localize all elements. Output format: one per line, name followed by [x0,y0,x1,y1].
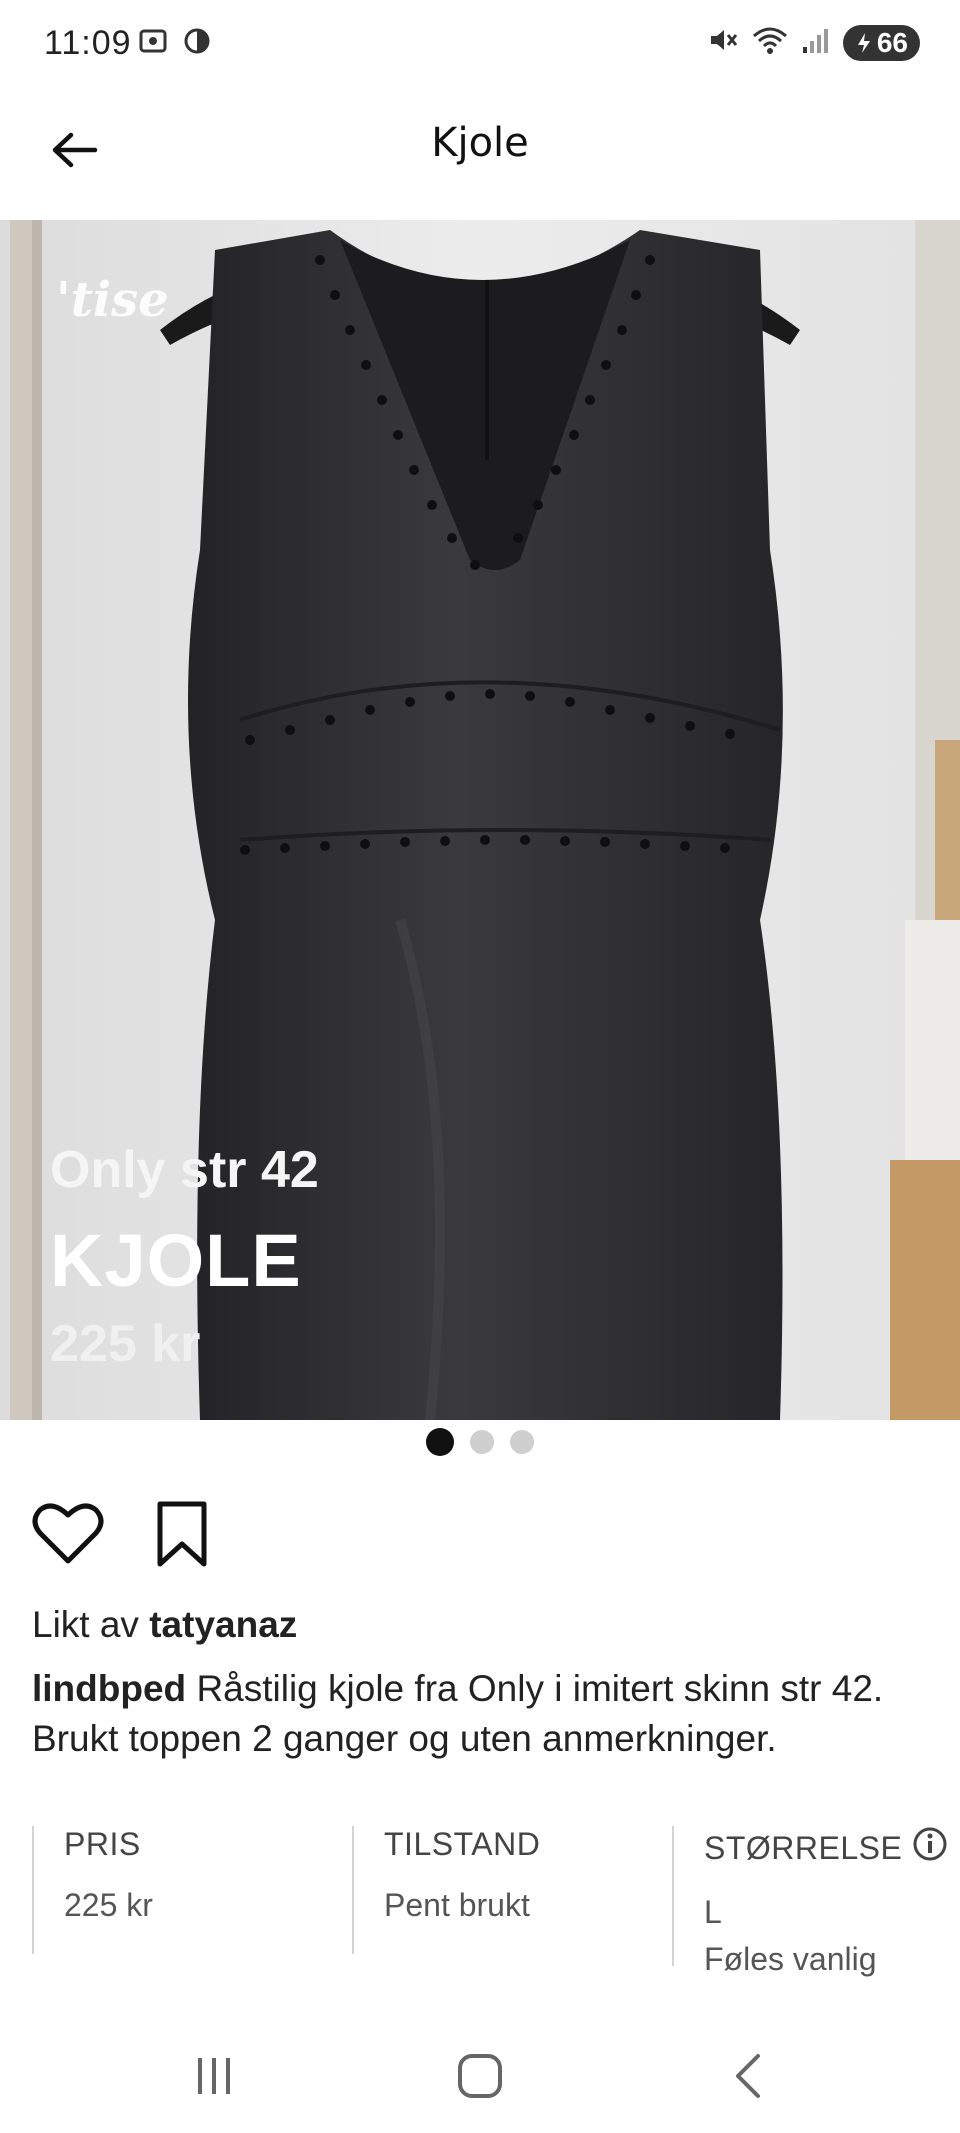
size-label-row: STØRRELSE [704,1826,947,1870]
size-label: STØRRELSE [704,1829,903,1866]
size-fit: Føles vanlig [704,1941,877,1977]
carousel-dot[interactable] [470,1430,494,1454]
product-photo[interactable]: 'tise Only str 42 KJOLE 225 kr [0,220,960,1420]
likes-text: Likt av tatyanaz [32,1604,297,1646]
size-value: L [704,1894,722,1930]
carousel-dot[interactable] [510,1430,534,1454]
system-nav-bar [0,2010,960,2133]
size-column: STØRRELSE L Føles vanlig [672,1826,947,1977]
photo-overlay-title: KJOLE [50,1219,302,1302]
condition-column: TILSTAND Pent brukt [352,1826,654,1954]
carousel-indicator [0,1428,960,1456]
info-icon[interactable] [912,1826,948,1870]
page-title: Kjole [431,120,529,166]
system-back-button[interactable] [718,2046,778,2106]
mute-icon [707,24,739,61]
price-label: PRIS [64,1826,141,1862]
tise-watermark: 'tise [56,272,169,328]
bookmark-icon [157,1501,207,1567]
status-left-icons [138,26,212,61]
photo-overlay-price: 225 kr [50,1315,201,1373]
status-bar: 11:09 66 [0,0,960,90]
carousel-dot-active[interactable] [426,1428,454,1456]
home-icon [458,2054,502,2098]
post-actions [32,1500,212,1573]
liked-by-user[interactable]: tatyanaz [149,1604,297,1645]
back-icon [736,2054,760,2098]
battery-icon: 66 [842,24,920,61]
condition-value: Pent brukt [384,1887,530,1923]
like-button[interactable] [32,1501,104,1572]
status-time: 11:09 [44,24,132,62]
screenshot-icon [138,26,168,61]
wifi-icon [751,24,789,61]
author-username[interactable]: lindbped [32,1668,186,1709]
data-saver-icon [182,26,212,61]
home-button[interactable] [450,2046,510,2106]
photo-overlay-subtitle: Only str 42 [50,1141,319,1199]
recent-apps-icon [198,2058,230,2094]
condition-label: TILSTAND [384,1826,541,1862]
price-value: 225 kr [64,1887,153,1923]
signal-icon [801,25,831,60]
price-column: PRIS 225 kr [32,1826,334,1954]
heart-icon [32,1503,104,1564]
battery-level: 66 [876,26,908,58]
likes-prefix: Likt av [32,1604,139,1645]
listing-details: PRIS 225 kr TILSTAND Pent brukt STØRRELS… [32,1826,947,1977]
app-bar: Kjole [0,90,960,220]
recent-apps-button[interactable] [184,2046,244,2106]
status-right-icons: 66 [707,24,920,61]
listing-description: lindbped Råstilig kjole fra Only i imite… [32,1664,932,1764]
save-button[interactable] [152,1500,212,1573]
